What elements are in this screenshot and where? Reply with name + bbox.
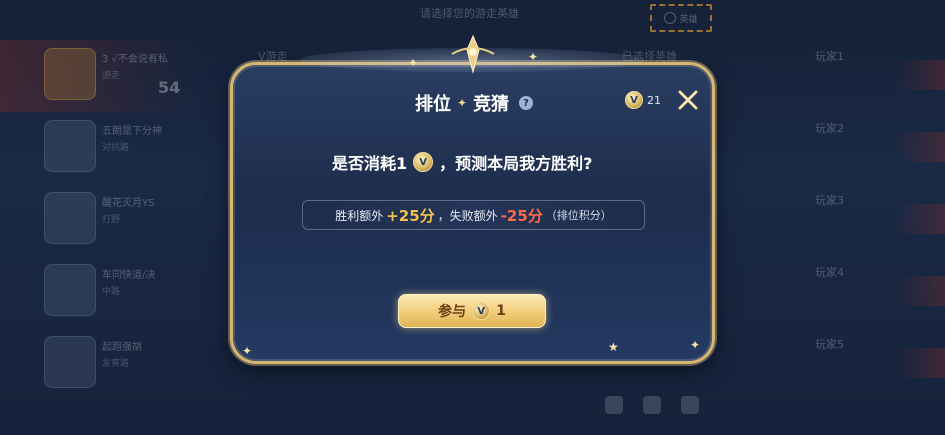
prediction-coin-icon: V <box>413 152 434 172</box>
prediction-question: 是否消耗1 V ，预测本局我方胜利? <box>332 152 593 173</box>
sparkle-icon: ✦ <box>242 344 253 358</box>
coin-count: 21 <box>647 93 661 107</box>
crest-ornament-icon <box>451 34 495 74</box>
join-button[interactable]: 参与 V 1 <box>398 294 546 328</box>
sparkle-icon: ★ <box>608 340 619 354</box>
sparkle-icon: ✦ <box>690 338 701 352</box>
win-bonus: +25分 <box>386 206 435 225</box>
prediction-coin-icon: V <box>472 302 491 320</box>
lose-penalty: -25分 <box>500 206 543 225</box>
question-circle-icon[interactable]: ? <box>519 96 534 110</box>
prediction-coin-icon: V <box>625 91 643 109</box>
close-icon[interactable] <box>676 88 700 112</box>
sparkle-icon: ✦ <box>528 50 539 64</box>
dialog-title: 排位 ✦ 竞猜 ? <box>415 90 534 116</box>
sparkle-icon: ✦ <box>408 56 419 70</box>
reward-info: 胜利额外 +25分 ，失败额外 -25分 （排位积分） <box>302 200 645 230</box>
coin-balance: V 21 <box>625 91 661 109</box>
